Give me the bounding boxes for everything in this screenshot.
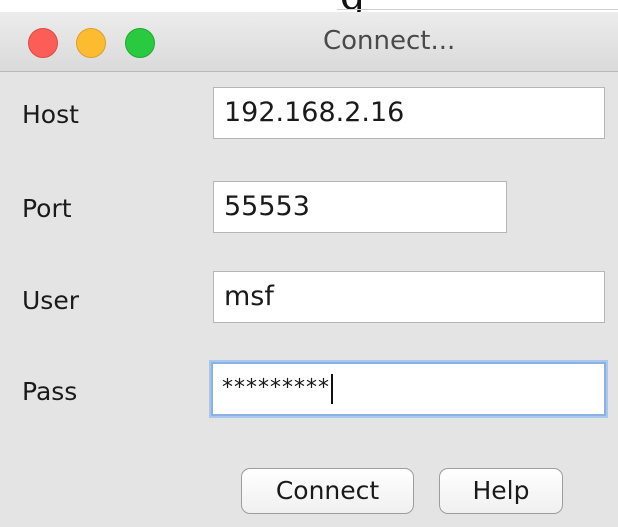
user-label: User: [22, 286, 79, 315]
host-field[interactable]: 192.168.2.16: [213, 87, 605, 139]
zoom-icon[interactable]: [125, 28, 155, 58]
host-label: Host: [22, 100, 79, 129]
host-value: 192.168.2.16: [224, 97, 405, 128]
password-field[interactable]: *********: [211, 362, 606, 416]
dialog-content: Host 192.168.2.16 Port 55553 User msf Pa…: [0, 72, 618, 527]
connect-button[interactable]: Connect: [241, 468, 414, 514]
user-value: msf: [224, 281, 274, 312]
pass-label: Pass: [22, 377, 78, 406]
window-title: Connect...: [323, 26, 456, 56]
title-bar[interactable]: Connect...: [0, 12, 618, 72]
help-button[interactable]: Help: [439, 468, 563, 514]
background-divider: [337, 0, 618, 10]
close-icon[interactable]: [28, 28, 58, 58]
minimize-icon[interactable]: [76, 28, 106, 58]
user-field[interactable]: msf: [213, 271, 605, 323]
background-strip: g: [0, 0, 618, 16]
port-value: 55553: [224, 191, 310, 222]
connect-dialog: Connect... Host 192.168.2.16 Port 55553 …: [0, 12, 618, 527]
text-caret: [331, 373, 333, 404]
password-value: *********: [222, 375, 330, 401]
port-label: Port: [22, 194, 72, 223]
port-field[interactable]: 55553: [213, 181, 507, 233]
